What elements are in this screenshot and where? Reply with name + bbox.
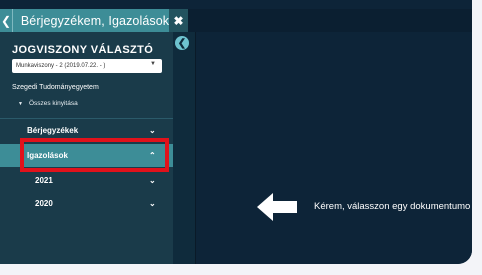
window-title-tab: ❮ Bérjegyzékem, Igazolások ✖ [0,9,188,32]
sidebar-item-2020[interactable]: 2020 ⌄ [0,193,173,213]
chevron-down-icon: ▼ [150,61,156,67]
back-arrow-icon[interactable]: ❮ [0,9,12,32]
organization-label: Szegedi Tudományegyetem [12,84,99,91]
sidebar-item-2021[interactable]: 2021 ⌄ [0,170,173,190]
main-content [196,32,472,264]
sidebar-gutter [173,32,195,264]
sidebar-separator [0,118,173,119]
sidebar-item-berjegyzekek[interactable]: Bérjegyzékek ⌄ [0,120,173,140]
select-document-message: Kérem, válasszon egy dokumentumo [314,201,471,212]
chevron-down-icon: ⌄ [149,175,156,185]
screenshot-frame: ❮ Bérjegyzékem, Igazolások ✖ ❮ JOGVISZON… [0,0,482,275]
expand-all-link[interactable]: ▼ Összes kinyitása [18,100,78,107]
window-title: Bérjegyzékem, Igazolások [20,13,170,28]
chevron-down-icon: ⌄ [149,125,156,135]
chevron-down-icon: ⌄ [149,198,156,208]
app-window: ❮ Bérjegyzékem, Igazolások ✖ ❮ JOGVISZON… [0,0,472,264]
collapse-sidebar-icon[interactable]: ❮ [175,36,189,50]
sidebar-heading: JOGVISZONY VÁLASZTÓ [12,44,154,56]
employment-select-value: Munkaviszony - 2 (2019.07.22. - ) [16,63,106,69]
top-bar [188,9,472,32]
triangle-down-icon: ▼ [18,100,23,107]
highlight-annotation [20,138,169,172]
sidebar-item-label: 2021 [35,175,53,185]
sidebar-item-label: 2020 [35,198,53,208]
left-arrow-icon [257,193,297,221]
expand-all-label: Összes kinyitása [28,100,78,107]
close-icon[interactable]: ✖ [169,9,188,32]
sidebar-item-label: Bérjegyzékek [27,125,79,135]
employment-select[interactable]: Munkaviszony - 2 (2019.07.22. - ) ▼ [12,59,162,73]
